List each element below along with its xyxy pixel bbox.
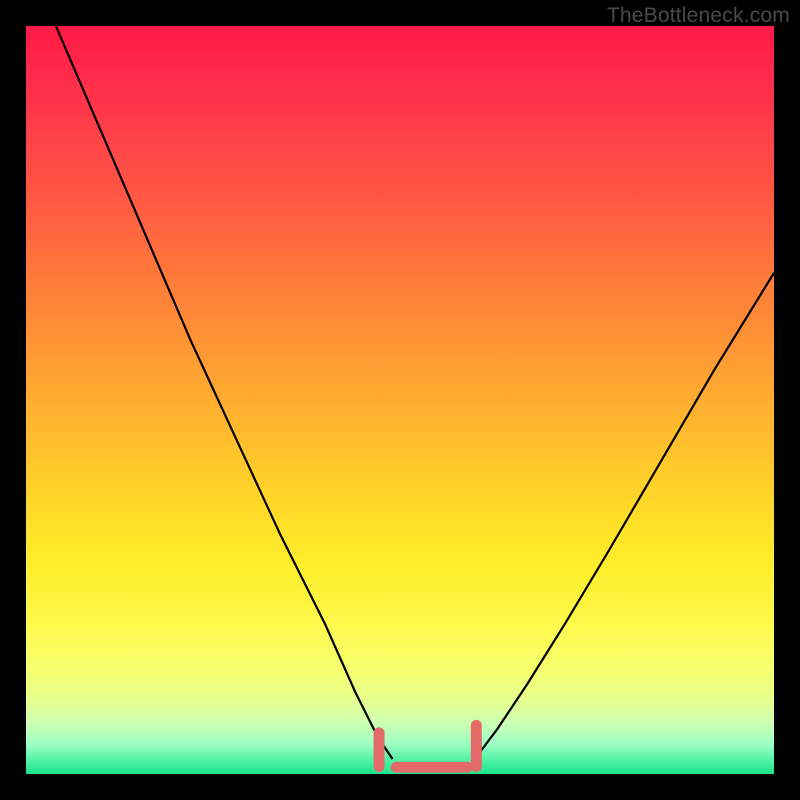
curve-right-arm	[475, 273, 774, 759]
plot-area	[26, 26, 774, 774]
curve-left-arm	[56, 26, 393, 759]
watermark-text: TheBottleneck.com	[607, 4, 790, 28]
curve-layer	[26, 26, 774, 774]
valley-marker	[379, 725, 476, 767]
chart-stage: TheBottleneck.com	[0, 0, 800, 800]
